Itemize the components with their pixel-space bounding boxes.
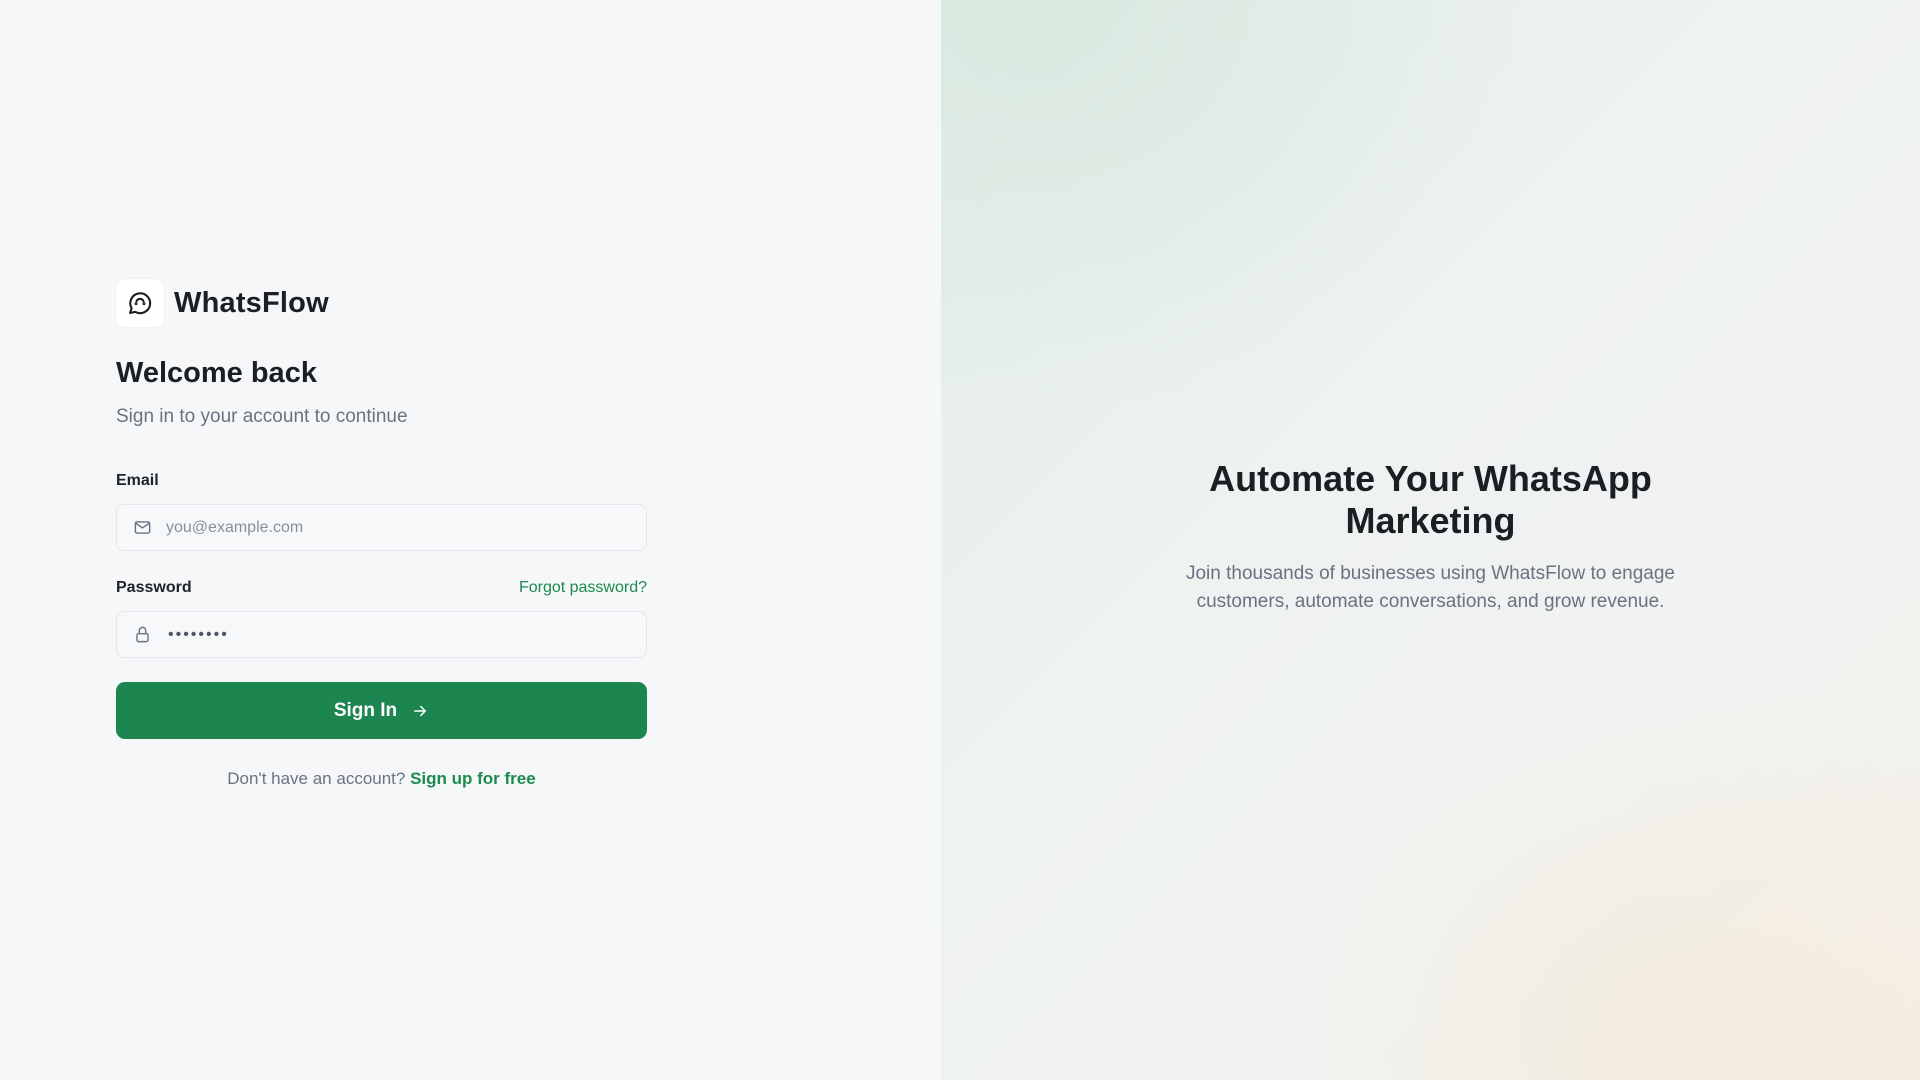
email-input[interactable] (166, 518, 626, 537)
password-label: Password (116, 579, 192, 596)
login-panel: WhatsFlow Welcome back Sign in to your a… (0, 0, 941, 1080)
forgot-password-link[interactable]: Forgot password? (519, 579, 647, 597)
sign-in-button[interactable]: Sign In (116, 682, 647, 739)
arrow-right-icon (411, 702, 429, 720)
sign-in-label: Sign In (333, 699, 398, 721)
mail-icon (132, 518, 152, 538)
hero-title: Automate Your WhatsApp Marketing (1209, 458, 1652, 541)
login-form: WhatsFlow Welcome back Sign in to your a… (116, 279, 647, 789)
password-field[interactable]: •••••••• (116, 611, 647, 658)
page-subtitle: Sign in to your account to continue (116, 406, 408, 427)
signup-row: Don't have an account? Sign up for free (116, 769, 647, 789)
hero: Automate Your WhatsApp Marketing Join th… (941, 458, 1920, 616)
signup-prompt: Don't have an account? (227, 769, 411, 788)
brand-name: WhatsFlow (174, 286, 329, 319)
lock-icon (132, 625, 152, 645)
hero-description: Join thousands of businesses using Whats… (1185, 563, 1676, 612)
login-page: WhatsFlow Welcome back Sign in to your a… (0, 0, 1920, 1080)
password-label-row: Password Forgot password? (116, 579, 647, 597)
page-title: Welcome back (116, 357, 317, 389)
hero-panel: Automate Your WhatsApp Marketing Join th… (941, 0, 1920, 1080)
email-field[interactable] (116, 504, 647, 551)
brand: WhatsFlow (116, 279, 647, 327)
password-input[interactable]: •••••••• (168, 626, 229, 644)
email-label: Email (116, 472, 159, 489)
chat-bubble-icon (116, 279, 164, 327)
signup-link[interactable]: Sign up for free (410, 769, 536, 788)
